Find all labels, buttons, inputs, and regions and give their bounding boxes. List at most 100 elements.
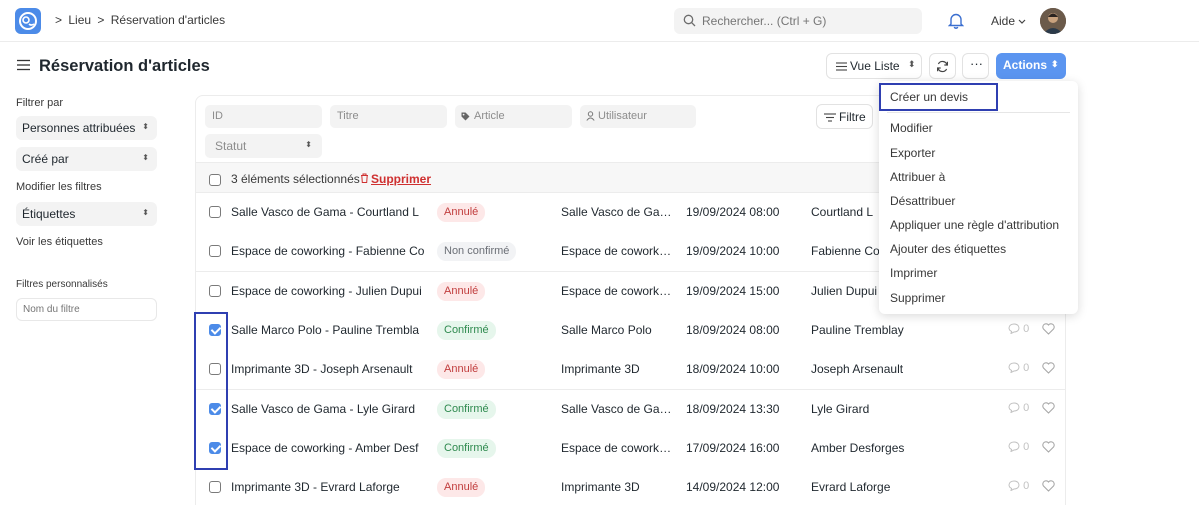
table-row[interactable]: Imprimante 3D - Evrard Laforge Annulé Impr… — [196, 468, 1065, 505]
created-by-filter[interactable]: Créé par ⬍ — [16, 147, 157, 171]
row-article: Salle Vasco de Gama — [561, 402, 673, 416]
filter-name-input[interactable] — [17, 299, 156, 320]
edit-filters-link[interactable]: Modifier les filtres — [16, 181, 102, 193]
menu-item-assign-to[interactable]: Attribuer à — [890, 170, 945, 184]
comment-count: 0 — [1008, 362, 1029, 374]
menu-toggle-icon[interactable] — [17, 59, 30, 71]
comment-count: 0 — [1008, 323, 1029, 335]
status-badge: Confirmé — [437, 400, 496, 419]
refresh-button[interactable] — [929, 53, 956, 79]
row-title[interactable]: Espace de coworking - Amber Desf — [231, 441, 424, 455]
help-menu[interactable]: Aide — [991, 14, 1026, 28]
filter-icon — [824, 113, 836, 122]
row-checkbox[interactable] — [209, 245, 221, 257]
row-user: Pauline Tremblay — [811, 323, 904, 337]
breadcrumb-lieu[interactable]: Lieu — [68, 13, 91, 27]
actions-button[interactable]: Actions ⬍ — [996, 53, 1066, 79]
user-filter-input[interactable]: Utilisateur — [580, 105, 696, 128]
assigned-to-filter[interactable]: Personnes attribuées ⬍ — [16, 116, 157, 140]
comment-icon — [1008, 323, 1020, 335]
menu-item-edit[interactable]: Modifier — [890, 121, 933, 135]
search-input[interactable] — [702, 8, 912, 34]
row-title[interactable]: Imprimante 3D - Joseph Arsenault — [231, 362, 424, 376]
avatar[interactable] — [1040, 8, 1066, 34]
actions-label: Actions — [1003, 58, 1048, 72]
filter-button[interactable]: Filtre — [816, 104, 873, 129]
like-heart-icon[interactable] — [1042, 402, 1055, 414]
row-checkbox[interactable] — [209, 206, 221, 218]
status-badge: Annulé — [437, 203, 486, 222]
id-filter-input[interactable]: ID — [205, 105, 322, 128]
comment-count-value: 0 — [1023, 323, 1030, 335]
like-heart-icon[interactable] — [1042, 323, 1055, 335]
row-title[interactable]: Salle Vasco de Gama - Courtland L — [231, 205, 424, 219]
status-badge: Non confirmé — [437, 242, 517, 261]
comment-count-value: 0 — [1023, 362, 1030, 374]
highlight-box-create-quote — [879, 83, 998, 111]
row-title[interactable]: Espace de coworking - Fabienne Co — [231, 244, 424, 258]
menu-item-print[interactable]: Imprimer — [890, 266, 937, 280]
row-date: 14/09/2024 12:00 — [686, 480, 780, 494]
comment-icon — [1008, 362, 1020, 374]
view-switcher-button[interactable]: Vue Liste ⬍ — [826, 53, 922, 79]
trash-icon — [361, 173, 368, 183]
select-all-checkbox[interactable] — [209, 174, 221, 186]
assigned-to-label: Personnes attribuées — [22, 121, 136, 135]
row-date: 19/09/2024 15:00 — [686, 284, 780, 298]
status-badge: Confirmé — [437, 439, 496, 458]
comment-count-value: 0 — [1023, 441, 1030, 453]
article-filter-input[interactable]: Article — [455, 105, 572, 128]
tags-label: Étiquettes — [22, 207, 76, 221]
sort-arrows-icon: ⬍ — [305, 140, 312, 149]
like-heart-icon[interactable] — [1042, 441, 1055, 453]
row-checkbox[interactable] — [209, 285, 221, 297]
user-icon — [586, 111, 595, 121]
notification-bell-icon[interactable] — [948, 12, 964, 29]
chevron-down-icon — [1018, 19, 1026, 24]
row-user: Amber Desforges — [811, 441, 905, 455]
app-logo[interactable] — [15, 8, 41, 34]
row-title[interactable]: Imprimante 3D - Evrard Laforge — [231, 480, 424, 494]
show-tags-link[interactable]: Voir les étiquettes — [16, 236, 103, 248]
row-date: 17/09/2024 16:00 — [686, 441, 780, 455]
table-row[interactable]: Salle Vasco de Gama - Lyle Girard Confirm… — [196, 390, 1065, 430]
like-heart-icon[interactable] — [1042, 480, 1055, 492]
page-title: Réservation d'articles — [39, 57, 210, 75]
row-title[interactable]: Espace de coworking - Julien Dupui — [231, 284, 424, 298]
row-checkbox[interactable] — [209, 481, 221, 493]
table-row[interactable]: Salle Marco Polo - Pauline Trembla Confir… — [196, 311, 1065, 351]
table-row[interactable]: Espace de coworking - Amber Desf Confirmé… — [196, 429, 1065, 469]
more-icon: ··· — [970, 56, 983, 71]
help-label: Aide — [991, 14, 1016, 28]
filter-name-field[interactable] — [16, 298, 157, 321]
list-view-icon — [836, 62, 847, 71]
row-article: Espace de coworking — [561, 284, 673, 298]
table-row[interactable]: Imprimante 3D - Joseph Arsenault Annulé Im… — [196, 350, 1065, 390]
like-heart-icon[interactable] — [1042, 362, 1055, 374]
menu-item-delete[interactable]: Supprimer — [890, 291, 945, 305]
menu-item-apply-assignment-rule[interactable]: Appliquer une règle d'attribution — [890, 218, 1059, 232]
row-article: Salle Vasco de Gama — [561, 205, 673, 219]
tag-icon — [461, 112, 470, 121]
row-title[interactable]: Salle Vasco de Gama - Lyle Girard — [231, 402, 424, 416]
comment-icon — [1008, 441, 1020, 453]
menu-item-add-tags[interactable]: Ajouter des étiquettes — [890, 242, 1006, 256]
tags-filter[interactable]: Étiquettes ⬍ — [16, 202, 157, 226]
bulk-delete-link[interactable]: Supprimer — [361, 172, 431, 186]
row-date: 18/09/2024 10:00 — [686, 362, 780, 376]
row-title[interactable]: Salle Marco Polo - Pauline Trembla — [231, 323, 424, 337]
refresh-icon — [937, 60, 948, 73]
title-filter-input[interactable]: Titre — [330, 105, 447, 128]
breadcrumb-current[interactable]: Réservation d'articles — [111, 13, 225, 27]
highlight-box-selected-checkboxes — [194, 312, 228, 470]
row-date: 19/09/2024 08:00 — [686, 205, 780, 219]
menu-item-unassign[interactable]: Désattribuer — [890, 194, 955, 208]
more-options-button[interactable]: ··· — [962, 53, 989, 79]
menu-item-export[interactable]: Exporter — [890, 146, 935, 160]
search-bar[interactable] — [674, 8, 922, 34]
sort-arrows-icon: ⬍ — [142, 153, 149, 162]
selected-count-text: 3 éléments sélectionnés — [231, 172, 360, 186]
top-navbar: > Lieu > Réservation d'articles Aide — [0, 0, 1199, 42]
status-filter-select[interactable]: Statut ⬍ — [205, 134, 322, 158]
comment-count-value: 0 — [1023, 480, 1030, 492]
